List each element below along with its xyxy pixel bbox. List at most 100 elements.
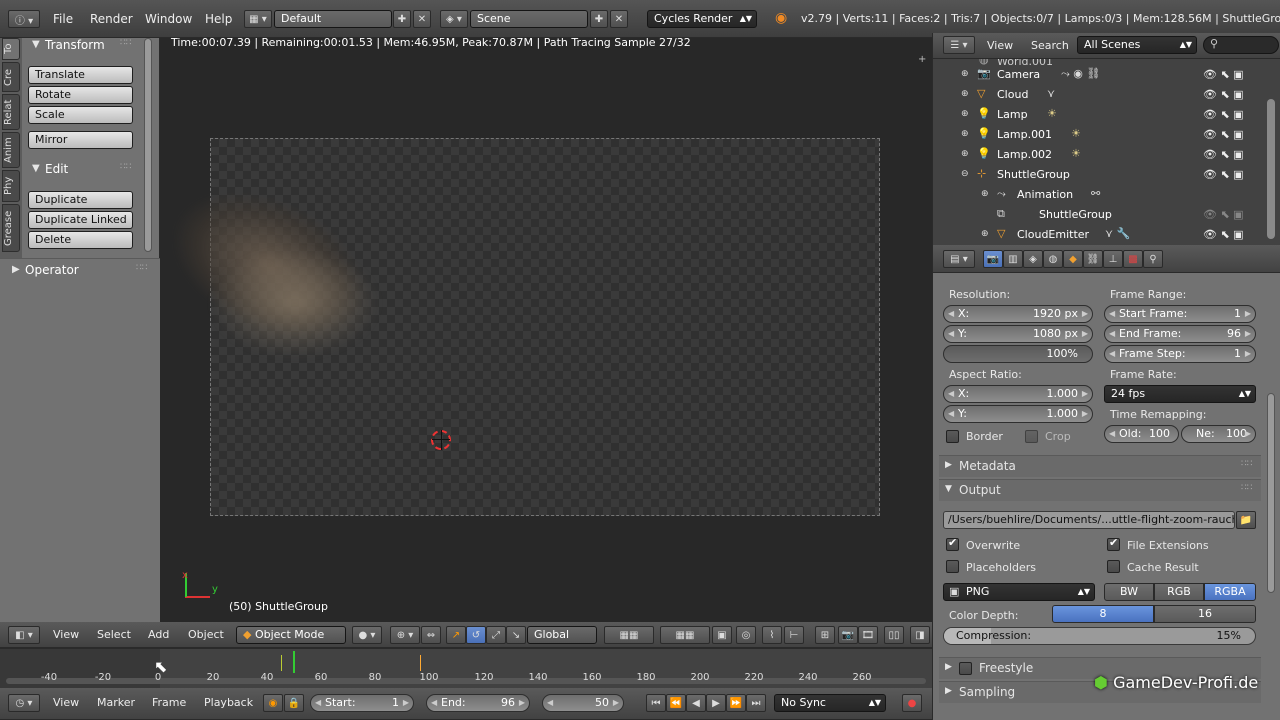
menu-view[interactable]: View xyxy=(53,696,79,709)
render-layers-tab-icon[interactable]: ▥ xyxy=(1003,250,1023,268)
mirror-button[interactable]: Mirror xyxy=(28,131,133,149)
compression-slider[interactable]: Compression: 15% xyxy=(943,627,1256,645)
editor-type-button[interactable]: ◧ ▾ xyxy=(8,626,40,644)
viewport-3d[interactable]: Time:00:07.39 | Remaining:00:01.53 | Mem… xyxy=(160,38,932,622)
menu-playback[interactable]: Playback xyxy=(204,696,253,709)
edit-collapse-icon[interactable]: ▼ xyxy=(32,163,40,174)
editor-type-button[interactable]: ☰ ▾ xyxy=(943,36,975,54)
rotate-manipulator-icon[interactable]: ↺ xyxy=(466,626,486,644)
manipulator-extra-icon[interactable]: ↘ xyxy=(506,626,526,644)
freestyle-checkbox[interactable] xyxy=(959,662,972,675)
properties-scrollbar[interactable] xyxy=(1267,393,1275,593)
color-depth-8-button[interactable]: 8 xyxy=(1052,605,1154,623)
metadata-panel-header[interactable]: ▶ Metadata ∷∷ xyxy=(939,455,1261,477)
sync-dropdown[interactable]: No Sync ▲▼ xyxy=(774,694,886,712)
menu-view[interactable]: View xyxy=(987,39,1013,52)
expand-icon[interactable]: ⊕ xyxy=(961,69,969,79)
lock-layer-icon[interactable]: ▣ xyxy=(712,626,732,644)
duplicate-button[interactable]: Duplicate xyxy=(28,191,133,209)
translate-button[interactable]: Translate xyxy=(28,66,133,84)
border-checkbox[interactable] xyxy=(946,430,959,443)
duplicate-linked-button[interactable]: Duplicate Linked xyxy=(28,211,133,229)
visibility-eye-icon[interactable]: 👁 ⬉ ▣ xyxy=(1203,225,1263,245)
menu-view[interactable]: View xyxy=(53,628,79,641)
outliner-scrollbar[interactable] xyxy=(1267,99,1275,239)
menu-marker[interactable]: Marker xyxy=(97,696,135,709)
keying-icon[interactable]: ◉ xyxy=(263,694,283,712)
folder-browse-icon[interactable]: 📁 xyxy=(1236,511,1256,529)
jump-end-icon[interactable]: ⏭ xyxy=(746,694,766,712)
scene-icon-button[interactable]: ◈ ▾ xyxy=(440,10,468,28)
color-mode-rgb-button[interactable]: RGB xyxy=(1154,583,1204,601)
timeline-area[interactable]: ⬉ xyxy=(0,648,932,689)
render-anim-icon[interactable]: 🎞 xyxy=(858,626,878,644)
delete-button[interactable]: Delete xyxy=(28,231,133,249)
resolution-percent-field[interactable]: 100% xyxy=(943,345,1093,363)
rotate-button[interactable]: Rotate xyxy=(28,86,133,104)
frame-step-field[interactable]: ◀ Frame Step: 1 ▶ xyxy=(1104,345,1256,363)
display-mode-dropdown[interactable]: All Scenes ▲▼ xyxy=(1077,36,1197,54)
editor-type-button[interactable]: ▤ ▾ xyxy=(943,250,975,268)
jump-start-icon[interactable]: ⏮ xyxy=(646,694,666,712)
object-tab-icon[interactable]: ◆ xyxy=(1063,250,1083,268)
drag-handle-icon[interactable]: ∷∷ xyxy=(120,162,131,172)
delete-layout-button[interactable]: ✕ xyxy=(413,10,431,28)
translate-manipulator-icon[interactable]: ↗ xyxy=(446,626,466,644)
file-format-dropdown[interactable]: ▣ PNG ▲▼ xyxy=(943,583,1095,601)
resolution-y-field[interactable]: ◀ Y: 1080 px ▶ xyxy=(943,325,1093,343)
render-engine-dropdown[interactable]: Cycles Render ▲▼ xyxy=(647,10,757,28)
color-mode-rgba-button[interactable]: RGBA xyxy=(1204,583,1256,601)
quad-view-icon[interactable]: ◨ xyxy=(910,626,930,644)
snap-element-icon[interactable]: ⊢ xyxy=(784,626,804,644)
layers-grid-icon[interactable]: ▦▦ xyxy=(604,626,654,644)
frame-rate-dropdown[interactable]: 24 fps ▲▼ xyxy=(1104,385,1256,403)
color-mode-bw-button[interactable]: BW xyxy=(1104,583,1154,601)
placeholders-checkbox[interactable] xyxy=(946,560,959,573)
menu-help[interactable]: Help xyxy=(205,12,232,26)
interaction-mode-dropdown[interactable]: ◆ Object Mode xyxy=(236,626,346,644)
expand-icon[interactable]: ⊕ xyxy=(961,149,969,159)
expand-icon[interactable]: ⊕ xyxy=(961,129,969,139)
start-frame-field[interactable]: ◀ Start Frame: 1 ▶ xyxy=(1104,305,1256,323)
aspect-y-field[interactable]: ◀ Y: 1.000 ▶ xyxy=(943,405,1093,423)
edit-panel-title[interactable]: Edit xyxy=(45,162,68,176)
snap-target-icon[interactable]: ⊞ xyxy=(815,626,835,644)
menu-select[interactable]: Select xyxy=(97,628,131,641)
visibility-eye-icon[interactable]: 👁 ⬉ ▣ xyxy=(1203,145,1263,165)
expand-icon[interactable]: ⊕ xyxy=(981,189,989,199)
delete-scene-button[interactable]: ✕ xyxy=(610,10,628,28)
next-keyframe-icon[interactable]: ⏩ xyxy=(726,694,746,712)
tab-grease-pencil[interactable]: Grease xyxy=(2,204,20,252)
aspect-x-field[interactable]: ◀ X: 1.000 ▶ xyxy=(943,385,1093,403)
end-frame-field[interactable]: ◀ End: 96 ▶ xyxy=(426,694,530,712)
shading-mode-button[interactable]: ● ▾ xyxy=(352,626,382,644)
tab-relations[interactable]: Relat xyxy=(2,94,20,130)
end-frame-field[interactable]: ◀ End Frame: 96 ▶ xyxy=(1104,325,1256,343)
operator-collapse-icon[interactable]: ▶ xyxy=(12,264,20,275)
layout-icon-button[interactable]: ▦ ▾ xyxy=(244,10,272,28)
menu-file[interactable]: File xyxy=(53,12,73,26)
menu-object[interactable]: Object xyxy=(188,628,224,641)
play-icon[interactable]: ▶ xyxy=(706,694,726,712)
scene-dropdown[interactable]: Scene xyxy=(470,10,588,28)
transform-collapse-icon[interactable]: ▼ xyxy=(32,39,40,50)
render-still-icon[interactable]: 📷 xyxy=(838,626,858,644)
overwrite-checkbox[interactable] xyxy=(946,536,959,551)
visibility-eye-icon[interactable]: 👁 ⬉ ▣ xyxy=(1203,125,1263,145)
menu-search[interactable]: Search xyxy=(1031,39,1069,52)
visibility-eye-icon[interactable]: 👁 ⬉ ▣ xyxy=(1203,105,1263,125)
render-tab-icon[interactable]: 📷 xyxy=(983,250,1003,268)
viewport-corner-plus-icon[interactable]: + xyxy=(918,54,926,65)
drag-handle-icon[interactable]: ∷∷ xyxy=(120,38,131,48)
visibility-eye-icon[interactable]: 👁 ⬉ ▣ xyxy=(1203,85,1263,105)
scale-manipulator-icon[interactable]: ⤢ xyxy=(486,626,506,644)
record-icon[interactable]: ● xyxy=(902,694,922,712)
data-tab-icon[interactable]: ⊥ xyxy=(1103,250,1123,268)
editor-type-button[interactable]: ⓘ ▾ xyxy=(8,10,40,28)
display-icon[interactable]: ▯▯ xyxy=(884,626,904,644)
expand-icon[interactable]: ⊕ xyxy=(961,89,969,99)
tool-shelf-scrollbar[interactable] xyxy=(144,38,152,252)
time-remap-old-field[interactable]: ◀ Old: 100 xyxy=(1104,425,1179,443)
pivot-point-button[interactable]: ⊕ ▾ xyxy=(390,626,420,644)
menu-window[interactable]: Window xyxy=(145,12,192,26)
